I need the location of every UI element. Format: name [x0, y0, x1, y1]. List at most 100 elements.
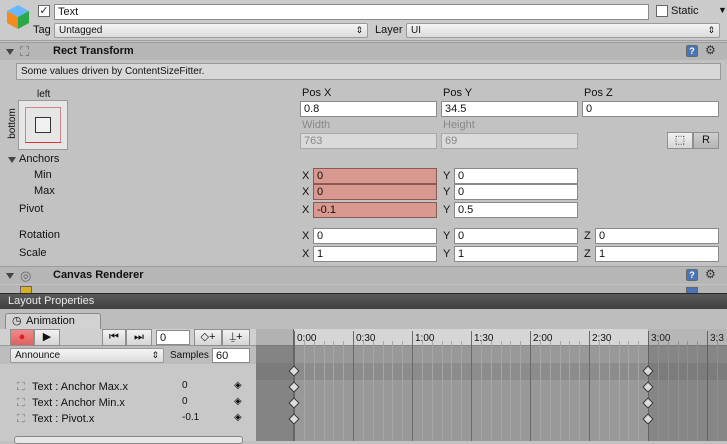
timeline-minor-gridline	[599, 341, 600, 441]
anchor-max-x-field[interactable]: 0	[313, 184, 437, 200]
animation-tab-label: Animation	[26, 315, 75, 327]
track-value: 0	[182, 380, 188, 391]
timeline-major-gridline	[530, 331, 531, 441]
static-label: Static	[671, 5, 699, 17]
scale-label: Scale	[19, 247, 47, 259]
tag-dropdown[interactable]: Untagged ⇕	[54, 23, 368, 38]
track-keyframe-button-icon[interactable]: ◈	[234, 380, 242, 391]
pos-x-field[interactable]: 0.8	[300, 101, 437, 117]
next-keyframe-button[interactable]: ⏭	[126, 329, 152, 346]
scale-y-field[interactable]: 1	[454, 246, 578, 262]
track-keyframe-button-icon[interactable]: ◈	[234, 396, 242, 407]
frame-field[interactable]: 0	[156, 330, 190, 345]
track-row[interactable]: ⛶ Text : Anchor Min.x 0 ◈	[0, 396, 255, 412]
timeline-tick-label: 1:30	[474, 333, 494, 344]
track-name: Text : Anchor Max.x	[32, 381, 128, 393]
timeline-minor-gridline	[304, 341, 305, 441]
pos-y-field[interactable]: 34.5	[441, 101, 578, 117]
active-checkbox[interactable]: ✓	[38, 5, 50, 17]
layer-dropdown[interactable]: UI ⇕	[406, 23, 720, 38]
track-component-icon: ⛶	[17, 397, 25, 409]
timeline-tick-label: 0:00	[297, 333, 317, 344]
pivot-x-field[interactable]: -0.1	[313, 202, 437, 218]
anchor-max-y-field[interactable]: 0	[454, 184, 578, 200]
help-icon[interactable]: ?	[686, 45, 698, 57]
rotation-x-label: X	[302, 230, 310, 242]
dropdown-arrows-icon: ⇕	[707, 25, 715, 35]
rotation-z-field[interactable]: 0	[595, 228, 719, 244]
driven-info-box: Some values driven by ContentSizeFitter.	[16, 63, 721, 80]
height-field: 69	[441, 133, 578, 149]
height-label: Height	[443, 119, 475, 131]
record-button[interactable]: ●	[10, 329, 34, 346]
timeline-minor-gridline	[520, 341, 521, 441]
prev-keyframe-button[interactable]: ⏮	[102, 329, 126, 346]
timeline-minor-gridline	[363, 341, 364, 441]
anchor-preset-button[interactable]	[18, 100, 68, 150]
layer-value: UI	[411, 25, 421, 36]
timeline-tick-label: 2:00	[533, 333, 553, 344]
blueprint-mode-button[interactable]: ⬚	[667, 132, 693, 149]
add-event-button[interactable]: ⍊+	[222, 329, 250, 346]
add-keyframe-button[interactable]: ◇+	[194, 329, 222, 346]
clip-name: Announce	[15, 350, 61, 361]
play-icon: ▶	[42, 331, 52, 343]
samples-label: Samples	[170, 350, 209, 361]
timeline-minor-gridline	[569, 341, 570, 441]
gameobject-cube-icon	[7, 5, 29, 29]
timeline-minor-gridline	[510, 341, 511, 441]
play-button[interactable]: ▶	[34, 329, 60, 346]
dropdown-arrows-icon: ⇕	[355, 25, 363, 35]
next-keyframe-icon: ⏭	[134, 331, 144, 343]
track-row[interactable]: ⛶ Text : Anchor Max.x 0 ◈	[0, 380, 255, 396]
timeline-minor-gridline	[609, 341, 610, 441]
anchor-min-x-label: X	[302, 170, 310, 182]
driven-info-text: Some values driven by ContentSizeFitter.	[21, 66, 205, 77]
track-keyframe-button-icon[interactable]: ◈	[234, 412, 242, 423]
track-row[interactable]: ⛶ Text : Pivot.x -0.1 ◈	[0, 412, 255, 428]
scale-x-field[interactable]: 1	[313, 246, 437, 262]
foldout-expanded-icon[interactable]	[6, 273, 14, 279]
rotation-label: Rotation	[19, 229, 60, 241]
help-icon[interactable]: ?	[686, 269, 698, 281]
track-name: Text : Pivot.x	[32, 413, 95, 425]
anchors-label: Anchors	[19, 153, 60, 165]
pos-z-field[interactable]: 0	[582, 101, 719, 117]
timeline-minor-gridline	[560, 341, 561, 441]
static-checkbox[interactable]	[656, 5, 668, 17]
rotation-y-field[interactable]: 0	[454, 228, 578, 244]
rotation-x-field[interactable]: 0	[313, 228, 437, 244]
gear-icon[interactable]: ⚙	[705, 44, 716, 56]
samples-field[interactable]: 60	[212, 348, 250, 363]
timeline-minor-gridline	[402, 341, 403, 441]
track-component-icon: ⛶	[17, 413, 25, 425]
anchor-min-y-field[interactable]: 0	[454, 168, 578, 184]
anchors-foldout-icon[interactable]	[8, 157, 16, 163]
timeline-minor-gridline	[461, 341, 462, 441]
object-name-input[interactable]: Text	[54, 4, 649, 20]
rotation-y-label: Y	[443, 230, 451, 242]
static-dropdown-arrow[interactable]: ▼	[718, 5, 727, 15]
pivot-y-field[interactable]: 0.5	[454, 202, 578, 218]
canvas-renderer-icon: ◎	[20, 268, 32, 283]
gear-icon[interactable]: ⚙	[705, 268, 716, 280]
timeline-minor-gridline	[619, 341, 620, 441]
clip-dropdown[interactable]: Announce ⇕	[10, 348, 164, 363]
anchor-min-x-field[interactable]: 0	[313, 168, 437, 184]
anchor-max-y-label: Y	[443, 186, 451, 198]
timeline-minor-gridline	[501, 341, 502, 441]
record-icon: ●	[18, 331, 26, 343]
pos-x-header: Pos X	[302, 87, 332, 99]
timeline-minor-gridline	[392, 341, 393, 441]
prev-keyframe-icon: ⏮	[109, 331, 119, 343]
scale-z-field[interactable]: 1	[595, 246, 719, 262]
timeline-major-gridline	[471, 331, 472, 441]
add-property-button-partial[interactable]	[14, 436, 243, 444]
anchor-preset-red-line	[25, 142, 61, 143]
anchor-min-y-label: Y	[443, 170, 451, 182]
rotation-z-label: Z	[584, 230, 591, 242]
raw-edit-button[interactable]: R	[693, 132, 719, 149]
anchor-max-label: Max	[34, 185, 55, 197]
foldout-expanded-icon[interactable]	[6, 49, 14, 55]
layout-properties-bar[interactable]	[0, 293, 727, 309]
